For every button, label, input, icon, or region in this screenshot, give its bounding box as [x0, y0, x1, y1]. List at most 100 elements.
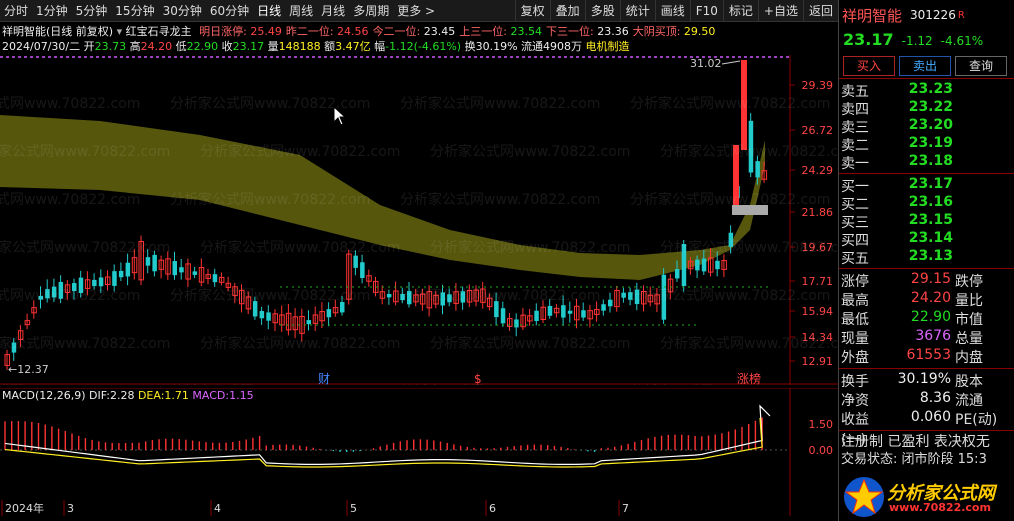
stat-row: 现量 3676 总量 [839, 328, 1014, 347]
candle-down [386, 293, 392, 298]
indicator-dropdown-icon[interactable]: ▾ [117, 25, 123, 38]
star-logo-icon [844, 477, 884, 517]
period-tab[interactable]: 1分钟 [32, 0, 72, 22]
candle-up [733, 145, 739, 210]
order-label: 卖四 [841, 102, 869, 118]
candle-down [514, 319, 519, 328]
stat-label-right: PE(动) [955, 412, 998, 428]
candle-down [98, 277, 104, 287]
time-axis-label: 5 [350, 502, 357, 515]
tool-button[interactable]: 叠加 [549, 0, 585, 22]
candle-down [212, 274, 218, 283]
open-value: 23.73 [94, 40, 127, 53]
order-book-row[interactable]: 卖三 23.20 [839, 117, 1014, 136]
mouse-cursor-icon [333, 106, 347, 126]
order-book-row[interactable]: 买三 23.15 [839, 212, 1014, 231]
period-tab[interactable]: 分时 [0, 0, 32, 22]
order-label: 买五 [841, 251, 869, 267]
period-tab[interactable]: 更多 > [393, 0, 439, 22]
time-axis-label: 6 [489, 502, 496, 515]
high-label: 高 [129, 40, 141, 53]
period-tab[interactable]: 周线 [285, 0, 317, 22]
period-tab[interactable]: 60分钟 [206, 0, 253, 22]
candle-down [440, 292, 445, 306]
indicator-item-label: 大阴买顶: [632, 25, 681, 38]
indicator-name[interactable]: 红宝石寻龙主 [126, 25, 192, 38]
order-book-row[interactable]: 卖四 23.22 [839, 99, 1014, 118]
event-tag[interactable]: 财 [318, 372, 330, 385]
macd-chart[interactable]: 1.50 0.00 2024年 3 4 5 6 7 [0, 388, 838, 516]
dif-line [4, 404, 771, 465]
time-axis-label: 2024年 [5, 501, 44, 515]
candle-down [118, 270, 124, 278]
indicator-item-label: 昨二一位: [285, 25, 334, 38]
stat-label: 涨停 [841, 274, 869, 290]
float-label: 流通 [521, 40, 544, 53]
sell-button[interactable]: 卖出 [899, 56, 951, 76]
order-book-row[interactable]: 卖二 23.19 [839, 135, 1014, 154]
macd-axis-label: 0.00 [809, 444, 834, 457]
vol-value: 148188 [278, 40, 321, 53]
stat-label-right: 内盘 [955, 350, 983, 366]
period-tab[interactable]: 多周期 [349, 0, 393, 22]
order-book-row[interactable]: 买五 23.13 [839, 248, 1014, 267]
tool-button[interactable]: 标记 [722, 0, 758, 22]
high-value: 24.20 [140, 40, 173, 53]
order-book-row[interactable]: 卖一 23.18 [839, 153, 1014, 172]
tool-button[interactable]: 复权 [514, 0, 550, 22]
tool-button[interactable]: 返回 [802, 0, 838, 22]
kline-chart[interactable]: 29.39 26.72 24.29 21.86 19.67 17.71 15.94 14.34… [0, 55, 838, 385]
order-price: 23.16 [908, 194, 953, 210]
buy-button[interactable]: 买入 [843, 56, 895, 76]
candle-down [460, 291, 466, 303]
candle-down [11, 342, 17, 353]
stat-label-right: 市值 [955, 312, 983, 328]
event-tag[interactable]: $ [474, 372, 482, 385]
order-label: 买二 [841, 197, 869, 213]
trade-status: 交易状态: 闭市阶段 15:3 [841, 452, 987, 466]
order-book-row[interactable]: 买二 23.16 [839, 194, 1014, 213]
period-tab[interactable]: 月线 [317, 0, 349, 22]
stat-label-right: 量比 [955, 293, 983, 309]
tool-button[interactable]: 画线 [654, 0, 690, 22]
event-tag[interactable]: 涨榜 [737, 371, 761, 385]
order-book-row[interactable]: 卖五 23.23 [839, 81, 1014, 100]
tool-button[interactable]: 多股 [584, 0, 620, 22]
candle-down [447, 294, 452, 303]
gray-marker [732, 205, 768, 215]
period-tab[interactable]: 日线 [253, 0, 285, 22]
order-label: 买四 [841, 233, 869, 249]
order-price: 23.17 [908, 176, 953, 192]
stat-value: 8.36 [919, 390, 951, 406]
stat-value: 22.90 [910, 309, 951, 325]
period-tab[interactable]: 5分钟 [72, 0, 112, 22]
period-tab[interactable]: 15分钟 [111, 0, 158, 22]
quote-header: 祥明智能 301226 R [839, 0, 1014, 30]
sector-label[interactable]: 电机制造 [586, 40, 630, 53]
tool-button[interactable]: 统计 [619, 0, 655, 22]
order-book-row[interactable]: 买一 23.17 [839, 176, 1014, 195]
stat-label: 最高 [841, 293, 869, 309]
candle-down [675, 269, 680, 279]
indicator-title-line: 祥明智能(日线 前复权) ▾ 红宝石寻龙主 明日涨停: 25.49 昨二一位: 2… [2, 23, 715, 38]
tool-button[interactable]: +自选 [757, 0, 803, 22]
candle-down [701, 258, 707, 272]
stat-label-right: 跌停 [955, 274, 983, 290]
vol-label: 量 [267, 40, 279, 53]
stat-value: 0.060 [910, 409, 951, 425]
stat-value: 24.20 [910, 290, 951, 306]
tool-button[interactable]: F10 [689, 0, 723, 22]
amt-value: 3.47亿 [335, 40, 371, 53]
stat-value: 29.15 [910, 271, 951, 287]
price-row: 23.17 -1.12 -4.61% [839, 30, 1014, 54]
order-book-row[interactable]: 买四 23.14 [839, 230, 1014, 249]
query-button[interactable]: 查询 [955, 56, 1007, 76]
stat-value: 3676 [915, 328, 951, 344]
low-value: 22.90 [186, 40, 219, 53]
candle-down [400, 293, 405, 301]
candle-down [78, 277, 84, 294]
order-price: 23.19 [908, 135, 953, 151]
quote-stats: 涨停 29.15 跌停 最高 24.20 量比 最低 22.90 市值 现量 3676 总量 外盘 615… [839, 268, 1014, 368]
period-tab[interactable]: 30分钟 [159, 0, 206, 22]
chart-stock-title: 祥明智能(日线 前复权) [2, 25, 114, 38]
